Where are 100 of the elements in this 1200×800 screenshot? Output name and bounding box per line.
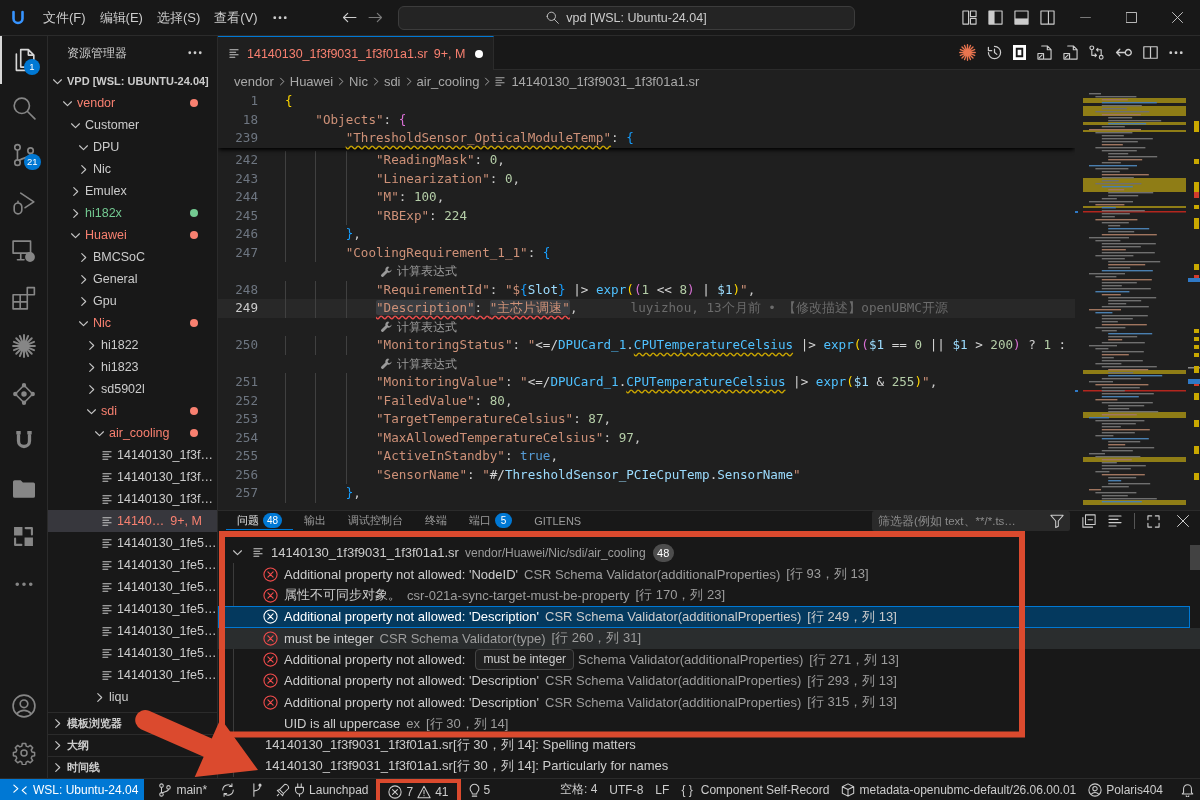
scrollbar[interactable] bbox=[1190, 545, 1200, 570]
account-item[interactable]: Polaris404 bbox=[1082, 779, 1169, 800]
problem-item[interactable]: Additional property not allowed: 'NodeID' CSR Schema Validator(additionalProperties) [行 93，列 13] bbox=[262, 566, 869, 582]
more-icon[interactable] bbox=[188, 51, 202, 55]
section-header[interactable]: 时间线 bbox=[48, 757, 100, 778]
tree-item[interactable]: DPU bbox=[48, 136, 217, 158]
toggle-secondary-sidebar-icon[interactable] bbox=[1040, 10, 1055, 25]
language-mode-item[interactable]: { } Component Self-Record bbox=[675, 779, 836, 800]
tree-item[interactable]: 14140130_1fe5… bbox=[48, 576, 217, 598]
file-export-icon[interactable] bbox=[1037, 45, 1052, 60]
panel-tab[interactable]: 终端 bbox=[414, 511, 459, 530]
collapse-all-icon[interactable] bbox=[1082, 514, 1096, 528]
launchpad-item[interactable]: Launchpad bbox=[270, 779, 375, 800]
sync-icon[interactable] bbox=[221, 782, 236, 797]
tree-item[interactable]: 14140130_1fe5… bbox=[48, 532, 217, 554]
menu-item[interactable]: 选择(S) bbox=[149, 6, 208, 29]
status-item[interactable]: UTF-8 bbox=[603, 779, 650, 800]
breadcrumb-item[interactable]: vendor bbox=[234, 73, 274, 89]
tree-item[interactable]: Gpu bbox=[48, 290, 217, 312]
problem-item[interactable]: UID is all uppercase ex [行 30，列 14] bbox=[262, 716, 509, 732]
breadcrumb-item[interactable]: Nic bbox=[349, 73, 368, 89]
codelens-link[interactable]: 计算表达式 bbox=[397, 262, 457, 281]
section-header[interactable]: 模板浏览器 bbox=[48, 713, 122, 734]
back-arrow-icon[interactable] bbox=[342, 12, 357, 23]
file-export-icon[interactable] bbox=[1063, 45, 1078, 60]
tree-item[interactable]: hi1822 bbox=[48, 334, 217, 356]
tree-item[interactable]: 14140130_1fe5… bbox=[48, 620, 217, 642]
tree-item[interactable]: liqu bbox=[48, 686, 217, 708]
tree-item[interactable]: 14140130_1f3f… bbox=[48, 466, 217, 488]
panel-tab[interactable]: 输出 bbox=[293, 511, 338, 530]
metadata-item[interactable]: metadata-openubmc-default/26.06.00.01 bbox=[835, 779, 1083, 800]
workspace-header[interactable]: VPD [WSL: UBUNTU-24.04] bbox=[48, 70, 217, 92]
breadcrumb-item[interactable]: sdi bbox=[383, 73, 401, 89]
source-control-button[interactable]: 21 bbox=[0, 131, 47, 180]
remote-indicator[interactable]: WSL: Ubuntu-24.04 bbox=[0, 779, 145, 800]
tree-item[interactable]: Huawei bbox=[48, 224, 217, 246]
split-editor-icon[interactable] bbox=[1143, 46, 1158, 59]
circle-arrow-icon[interactable] bbox=[1115, 46, 1132, 59]
problem-item[interactable]: 14140130_1f3f9031_1f3f01a1.sr[行 30，列 14]: Spelling matters bbox=[265, 737, 636, 753]
panel-tab[interactable]: GITLENS bbox=[523, 511, 593, 530]
problem-item[interactable]: must be integer CSR Schema Validator(type) [行 260，列 31] bbox=[218, 627, 1200, 649]
bell-icon[interactable] bbox=[1181, 782, 1194, 797]
forward-arrow-icon[interactable] bbox=[368, 12, 383, 23]
tree-item[interactable]: Nic bbox=[48, 312, 217, 334]
tree-item[interactable]: 14140130_1fe5… bbox=[48, 664, 217, 686]
problem-item[interactable]: 14140130_1f3f9031_1f3f01a1.sr[行 30，列 14]: Particularly for names bbox=[265, 759, 669, 774]
tree-item[interactable]: BMCSoC bbox=[48, 246, 217, 268]
tree-item[interactable]: Emulex bbox=[48, 180, 217, 202]
toggle-sidebar-icon[interactable] bbox=[988, 10, 1003, 25]
codelens-link[interactable]: 计算表达式 bbox=[397, 354, 457, 373]
tree-item[interactable]: sd5902l bbox=[48, 378, 217, 400]
layout-icon[interactable] bbox=[962, 10, 977, 25]
tree-item[interactable]: 14140… 9+, M bbox=[48, 510, 217, 532]
problem-item[interactable]: Additional property not allowed: 'Description' CSR Schema Validator(additionalProperties) [行 315，列 13] bbox=[262, 694, 897, 710]
ports-item[interactable]: 5 bbox=[462, 779, 497, 800]
history-icon[interactable] bbox=[987, 45, 1002, 60]
tree-item[interactable]: Nic bbox=[48, 158, 217, 180]
problem-item[interactable]: 属性不可同步对象。 csr-021a-sync-target-must-be-property [行 170，列 23] bbox=[262, 587, 726, 603]
asterisk-icon[interactable] bbox=[959, 44, 976, 61]
explorer-button[interactable]: 1 bbox=[0, 36, 47, 84]
toggle-panel-icon[interactable] bbox=[1014, 10, 1029, 25]
status-item[interactable]: LF bbox=[649, 779, 676, 800]
branch-item[interactable]: main* bbox=[152, 779, 214, 800]
breadcrumb-item[interactable]: air_cooling bbox=[416, 73, 480, 89]
filter-field[interactable]: 筛选器(例如 text、**/*.ts… bbox=[872, 511, 1070, 531]
tree-item[interactable]: 14140130_1fe5… bbox=[48, 554, 217, 576]
tree-item[interactable]: 14140130_1fe5… bbox=[48, 598, 217, 620]
menu-item[interactable]: 编辑(E) bbox=[92, 6, 150, 29]
tree-item[interactable]: sdi bbox=[48, 400, 217, 422]
problem-item[interactable]: Additional property not allowed: 'Description' CSR Schema Validator(additionalProperties) [行 293，列 13] bbox=[262, 673, 897, 689]
breadcrumb-item[interactable]: Huawei bbox=[289, 73, 334, 89]
tree-item[interactable]: vendor bbox=[48, 92, 217, 114]
text-lines-icon[interactable] bbox=[1108, 515, 1122, 527]
filter-icon[interactable] bbox=[1050, 514, 1064, 528]
tree-item[interactable]: 14140130_1f3f… bbox=[48, 444, 217, 466]
tree-item[interactable]: General bbox=[48, 268, 217, 290]
breadcrumb-item[interactable]: 14140130_1f3f9031_1f3f01a1.sr bbox=[495, 73, 700, 89]
compare-changes-icon[interactable] bbox=[1089, 45, 1104, 60]
status-item[interactable]: 空格: 4 bbox=[554, 779, 604, 800]
panel-tab[interactable]: 问题 48 bbox=[226, 511, 294, 530]
git-graph-icon[interactable] bbox=[251, 782, 263, 797]
panel-tab[interactable]: 端口 5 bbox=[458, 511, 524, 530]
menu-item[interactable]: 查看(V) bbox=[207, 6, 265, 29]
panel-tab[interactable]: 调试控制台 bbox=[337, 511, 415, 530]
problem-item[interactable]: Additional property not allowed: 'Description' CSR Schema Validator(additionalProperties) [行 249，列 13] bbox=[218, 606, 1190, 628]
close-icon[interactable] bbox=[1177, 515, 1189, 527]
problem-file-row[interactable]: 14140130_1f3f9031_1f3f01a1.sr vendor/Huawei/Nic/sdi/air_cooling 48 bbox=[227, 542, 674, 564]
command-center-search[interactable]: vpd [WSL: Ubuntu-24.04] bbox=[398, 5, 855, 30]
menu-item[interactable]: 文件(F) bbox=[36, 6, 93, 29]
tree-item[interactable]: hi1823 bbox=[48, 356, 217, 378]
tree-item[interactable]: Customer bbox=[48, 114, 217, 136]
maximize-panel-icon[interactable] bbox=[1147, 514, 1160, 528]
problems-item[interactable]: 7 41 bbox=[382, 782, 455, 800]
tree-item[interactable]: hi182x bbox=[48, 202, 217, 224]
tree-item[interactable]: 14140130_1fe5… bbox=[48, 642, 217, 664]
codelens-link[interactable]: 计算表达式 bbox=[397, 317, 457, 336]
problem-item[interactable]: Additional property not allowed: must be integer Schema Validator(additionalProperties) [行 271，列 13] bbox=[262, 652, 899, 668]
tree-item[interactable]: air_cooling bbox=[48, 422, 217, 444]
editor-tab[interactable]: 14140130_1f3f9031_1f3f01a1.sr 9+, M bbox=[218, 36, 495, 70]
more-icon[interactable] bbox=[1169, 50, 1183, 55]
